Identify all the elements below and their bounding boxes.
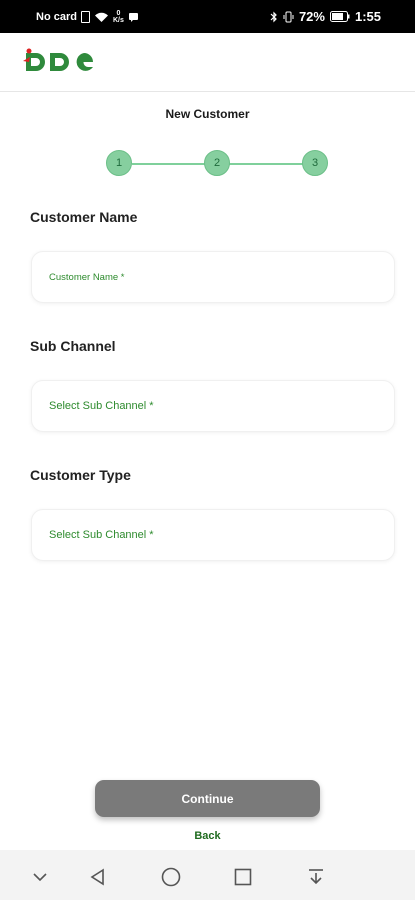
vibrate-icon [283,11,294,23]
sub-channel-label: Sub Channel [30,338,116,354]
sub-channel-placeholder: Select Sub Channel * [49,400,154,412]
step-2: 2 [204,150,230,176]
step-3: 3 [302,150,328,176]
customer-name-input[interactable]: Customer Name * [31,251,395,303]
home-circle-icon[interactable] [160,866,182,888]
clock: 1:55 [354,9,381,24]
network-speed: 0 K/s [112,10,124,24]
back-triangle-icon[interactable] [87,866,109,888]
progress-stepper: 1 2 3 [106,150,332,178]
recents-square-icon[interactable] [232,866,254,888]
sim-icon [80,11,90,23]
customer-type-select[interactable]: Select Sub Channel * [31,509,395,561]
battery-percent: 72% [298,9,325,24]
back-link[interactable]: Back [0,830,415,842]
carrier-text: No card [36,11,77,23]
chevron-down-icon[interactable] [29,866,51,888]
step-1: 1 [106,150,132,176]
dde-logo [22,47,100,82]
status-bar: No card 0 K/s 72% 1:55 [0,0,415,33]
customer-type-label: Customer Type [30,467,131,483]
download-icon[interactable] [305,866,327,888]
wifi-icon [94,12,109,23]
bluetooth-icon [270,11,278,23]
system-nav-bar [0,850,415,900]
customer-name-label: Customer Name [30,209,138,225]
app-bar [0,33,415,92]
sub-channel-select[interactable]: Select Sub Channel * [31,380,395,432]
continue-button[interactable]: Continue [95,780,320,817]
customer-name-placeholder: Customer Name * [49,272,125,283]
customer-type-placeholder: Select Sub Channel * [49,529,154,541]
battery-icon [329,11,350,22]
page-title: New Customer [165,107,250,121]
message-icon [128,12,139,23]
